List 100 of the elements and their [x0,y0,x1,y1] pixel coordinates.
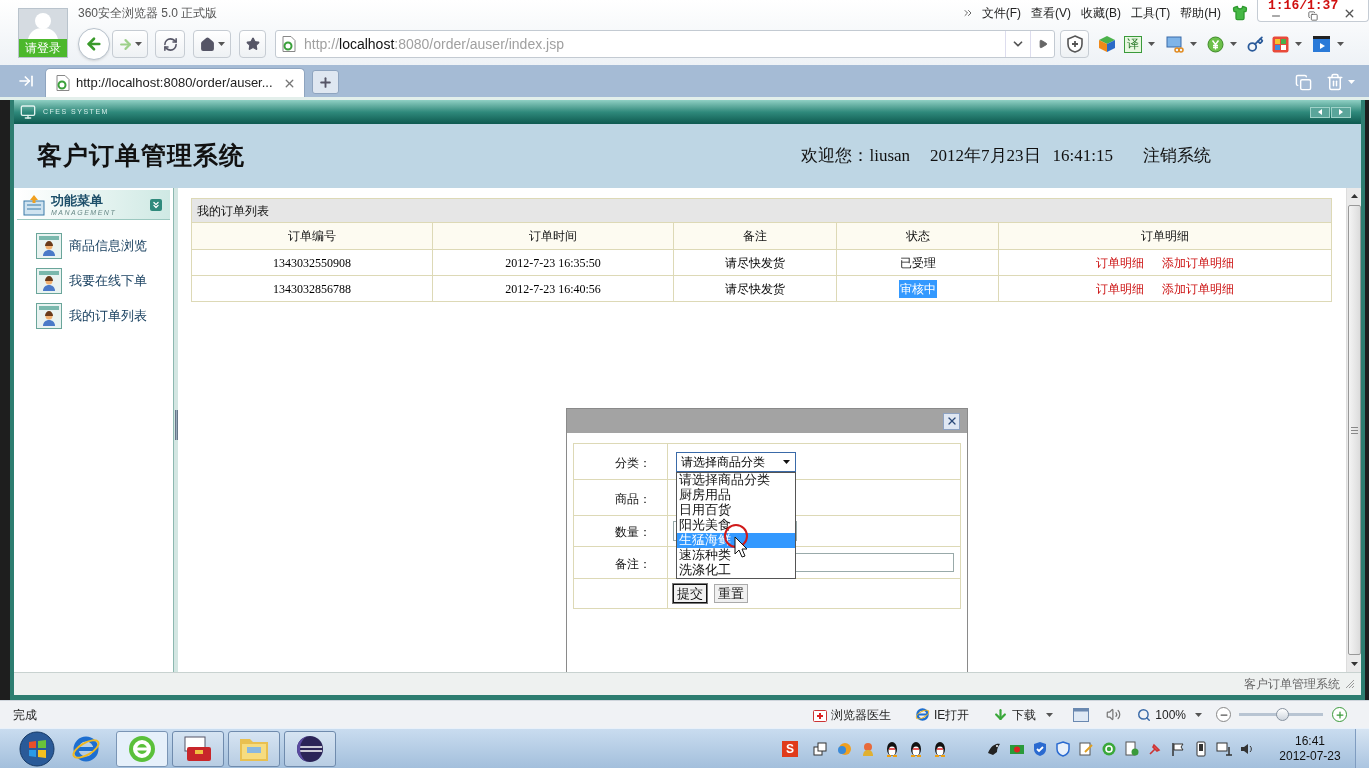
shield-icon[interactable] [1055,740,1071,757]
dropdown-option[interactable]: 速冻种类 [677,547,795,563]
menu-item[interactable]: 收藏(B) [1076,4,1126,22]
refresh-button[interactable] [155,30,185,58]
monitor-network-icon[interactable] [1216,740,1232,757]
home-icon [199,36,215,52]
detail-link[interactable]: 添加订单明细 [1162,253,1234,272]
status-text: 审核中 [898,279,937,298]
eclipse-taskbar-button[interactable] [284,730,336,767]
flag-icon[interactable] [1170,740,1186,757]
sync-circle-icon[interactable] [1101,740,1117,757]
dropdown-option[interactable]: 请选择商品分类 [677,472,795,488]
sidebar-menu-item[interactable]: 商品信息浏览 [69,236,147,256]
document-gear-icon[interactable] [1124,740,1140,757]
scroll-right-button[interactable] [1331,106,1351,118]
dropdown-arrow-icon[interactable] [783,459,790,464]
close-button[interactable] [943,412,960,430]
sidebar-menu-item[interactable]: 我要在线下单 [69,271,147,291]
new-tab-button[interactable] [312,70,339,94]
dropdown-option[interactable]: 日用百货 [677,502,795,518]
speaker-icon[interactable] [1106,707,1122,722]
back-button[interactable] [78,28,110,60]
menu-item[interactable]: 工具(T) [1126,4,1176,22]
splitter-handle[interactable] [174,410,178,440]
download-arrow-icon [993,707,1009,722]
menu-item[interactable]: 查看(V) [1026,4,1076,22]
zoom-level-button[interactable]: 100% [1137,705,1202,724]
caret-icon[interactable] [1190,42,1197,46]
dropdown-option[interactable]: 厨房用品 [677,487,795,503]
dropdown-option[interactable]: 洗涤化工 [677,562,795,578]
penguin-icon[interactable] [932,740,948,757]
address-bar[interactable]: http://localhost:8080/order/auser/index.jsp [275,30,1055,58]
caret-icon[interactable] [1046,712,1054,717]
field-label: 数量： [615,525,651,539]
caret-icon[interactable] [1230,42,1237,46]
translate-button[interactable]: 译 [1124,35,1142,53]
double-chevron-down-icon [151,199,161,210]
collapse-button[interactable] [150,198,162,211]
status-tool-button[interactable]: IE打开 [914,705,970,724]
security-shield-button[interactable] [1060,30,1089,58]
caret-icon[interactable] [135,42,142,46]
user-card-icon[interactable] [36,268,62,294]
coin-icon[interactable] [1207,35,1224,53]
column-header: 订单时间 [433,223,674,250]
caret-icon[interactable] [1337,42,1344,46]
notepad-pencil-icon[interactable] [1078,740,1094,757]
key-icon[interactable] [1247,35,1264,53]
browser-taskbar-button[interactable] [116,730,168,767]
table-cell: 2012-7-23 16:35:50 [433,250,674,276]
recording-timer: 1:16/1:37 [1268,0,1339,11]
monitor-scissors-icon[interactable] [1166,35,1184,53]
sidebar-toggle-icon[interactable] [18,73,34,89]
category-select[interactable]: 请选择商品分类 [676,451,796,472]
user-card-icon[interactable] [36,233,62,259]
menu-board-icon [23,193,45,216]
cube-icon[interactable] [1098,35,1116,53]
app-title: 客户订单管理系统 [37,140,245,172]
detail-link[interactable]: 添加订单明细 [1162,279,1234,298]
form-button[interactable]: 重置 [714,584,748,603]
first-aid-kit-icon [812,707,827,722]
status-tool-button[interactable]: 浏览器医生 [812,705,891,724]
status-tool-button[interactable]: 下载 [993,705,1054,724]
start-button[interactable] [18,729,56,768]
table-cell: 请尽快发货 [674,276,837,302]
restore-icon [1308,10,1318,21]
window-icon[interactable] [1073,707,1090,722]
user-card-icon[interactable] [36,303,62,329]
menu-item[interactable]: 文件(F) [976,4,1026,22]
menu-item[interactable]: 帮助(H) [1175,4,1226,22]
caret-icon[interactable] [1195,712,1202,717]
play-icon [1037,39,1048,49]
video-clapper-icon[interactable] [1312,35,1331,53]
current-date: 2012年7月23日 [930,145,1041,168]
toolbox-taskbar-button[interactable] [172,730,224,767]
shirt-icon[interactable] [1232,5,1248,21]
window-stack-icon[interactable] [812,740,828,757]
more-chevrons-icon[interactable] [961,7,974,19]
device-icon[interactable] [1193,740,1209,757]
caret-icon[interactable] [1295,42,1302,46]
puzzle-tiles-icon[interactable] [1272,35,1289,53]
check-shield-icon[interactable] [1032,740,1048,757]
sidebar-menu-item[interactable]: 我的订单列表 [69,306,147,326]
scroll-left-button[interactable] [1310,106,1330,118]
favorite-button[interactable] [239,30,266,58]
penguin-icon[interactable] [908,740,924,757]
zoom-in-button[interactable] [1332,707,1347,722]
detail-link[interactable]: 订单明细 [1096,253,1144,272]
form-button[interactable]: 提交 [673,584,707,603]
zoom-slider-thumb[interactable] [1276,708,1290,721]
caret-icon[interactable] [217,42,225,46]
zoom-out-button[interactable] [1216,707,1231,722]
field-label: 分类： [615,455,651,470]
caret-icon[interactable] [1148,42,1155,46]
logout-link[interactable]: 注销系统 [1143,143,1211,169]
detail-link[interactable]: 订单明细 [1096,279,1144,298]
browser-tab[interactable]: http://localhost:8080/order/auser... [45,68,305,97]
home-button[interactable] [193,30,231,58]
penguin-icon[interactable] [884,740,900,757]
system-clock[interactable]: 16:41 2012-07-23 [1273,733,1347,764]
input-method-button[interactable]: S [782,740,798,757]
